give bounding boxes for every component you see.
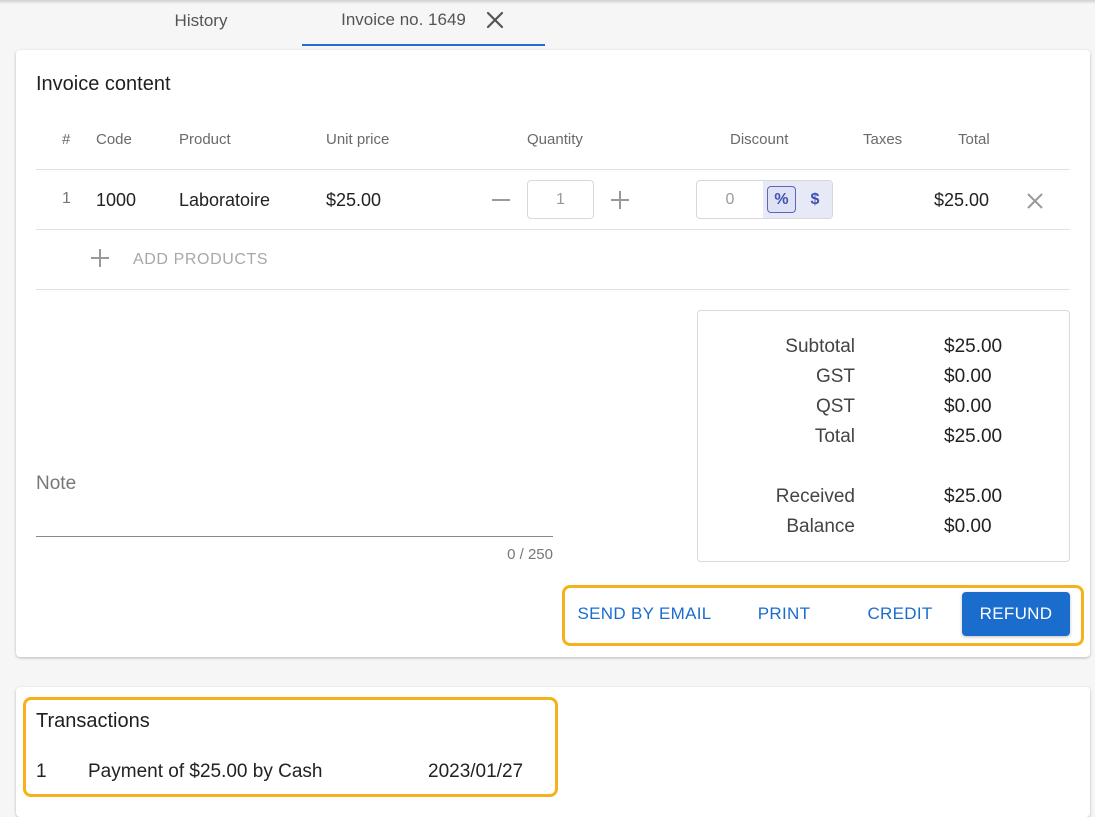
discount-field: 0 % $	[696, 180, 833, 219]
row-product: Laboratoire	[179, 190, 271, 210]
discount-dollar-button[interactable]: $	[804, 186, 826, 213]
totals-summary: Subtotal $25.00 GST $0.00 QST $0.00 Tota…	[697, 310, 1070, 562]
refund-button[interactable]: REFUND	[962, 592, 1070, 636]
gst-value: $0.00	[944, 366, 992, 387]
transaction-index: 1	[36, 761, 47, 782]
row-total: $25.00	[934, 190, 990, 210]
divider	[36, 169, 1070, 170]
received-label: Received	[775, 486, 855, 507]
close-icon[interactable]	[484, 9, 506, 31]
note-underline	[36, 536, 553, 537]
col-num: #	[62, 131, 71, 148]
decrease-quantity-button[interactable]	[489, 188, 513, 212]
row-unit-price: $25.00	[326, 190, 382, 210]
subtotal-label: Subtotal	[785, 336, 855, 357]
row-index: 1	[62, 190, 71, 207]
divider	[36, 289, 1070, 290]
increase-quantity-button[interactable]	[608, 188, 632, 212]
transaction-description: Payment of $25.00 by Cash	[88, 761, 323, 782]
divider	[36, 229, 1070, 230]
tab-invoice-label: Invoice no. 1649	[341, 10, 466, 29]
invoice-title: Invoice content	[36, 73, 171, 95]
subtotal-value: $25.00	[944, 336, 1003, 357]
transactions-title: Transactions	[36, 710, 150, 732]
qst-value: $0.00	[944, 396, 992, 417]
col-product: Product	[179, 131, 231, 148]
row-code: 1000	[96, 190, 137, 210]
summary-row-qst: QST $0.00	[698, 396, 1071, 420]
received-value: $25.00	[944, 486, 1003, 507]
gst-label: GST	[815, 366, 855, 387]
quantity-input[interactable]: 1	[527, 180, 594, 219]
print-button[interactable]: PRINT	[740, 592, 828, 636]
qst-label: QST	[815, 396, 855, 417]
summary-row-total: Total $25.00	[698, 426, 1071, 450]
summary-row-gst: GST $0.00	[698, 366, 1071, 390]
note-char-counter: 0 / 250	[507, 546, 553, 563]
col-taxes: Taxes	[863, 131, 903, 148]
tab-history-label: History	[174, 11, 228, 30]
col-total: Total	[958, 131, 990, 148]
transactions-card: Transactions 1 Payment of $25.00 by Cash…	[16, 687, 1090, 817]
summary-row-received: Received $25.00	[698, 486, 1071, 510]
note-field[interactable]: Note	[36, 473, 76, 495]
tab-history[interactable]: History	[140, 0, 262, 46]
tab-invoice[interactable]: Invoice no. 1649	[302, 0, 545, 46]
add-products-button[interactable]: ADD PRODUCTS	[88, 246, 268, 274]
col-code: Code	[96, 131, 132, 148]
remove-item-icon[interactable]	[1023, 189, 1047, 213]
send-by-email-button[interactable]: SEND BY EMAIL	[569, 592, 720, 636]
credit-button[interactable]: CREDIT	[852, 592, 948, 636]
summary-row-subtotal: Subtotal $25.00	[698, 336, 1071, 360]
col-quantity: Quantity	[527, 131, 583, 148]
transaction-date: 2023/01/27	[428, 761, 524, 782]
col-unit-price: Unit price	[326, 131, 390, 148]
col-discount: Discount	[730, 131, 789, 148]
invoice-card: Invoice content # Code Product Unit pric…	[16, 50, 1090, 657]
total-value: $25.00	[944, 426, 1003, 447]
plus-icon	[88, 246, 112, 275]
discount-percent-button[interactable]: %	[767, 186, 796, 213]
balance-value: $0.00	[944, 516, 992, 537]
summary-row-balance: Balance $0.00	[698, 516, 1071, 540]
discount-input[interactable]: 0	[697, 181, 763, 218]
add-products-label: ADD PRODUCTS	[133, 251, 269, 268]
total-label: Total	[814, 426, 855, 447]
balance-label: Balance	[786, 516, 855, 537]
